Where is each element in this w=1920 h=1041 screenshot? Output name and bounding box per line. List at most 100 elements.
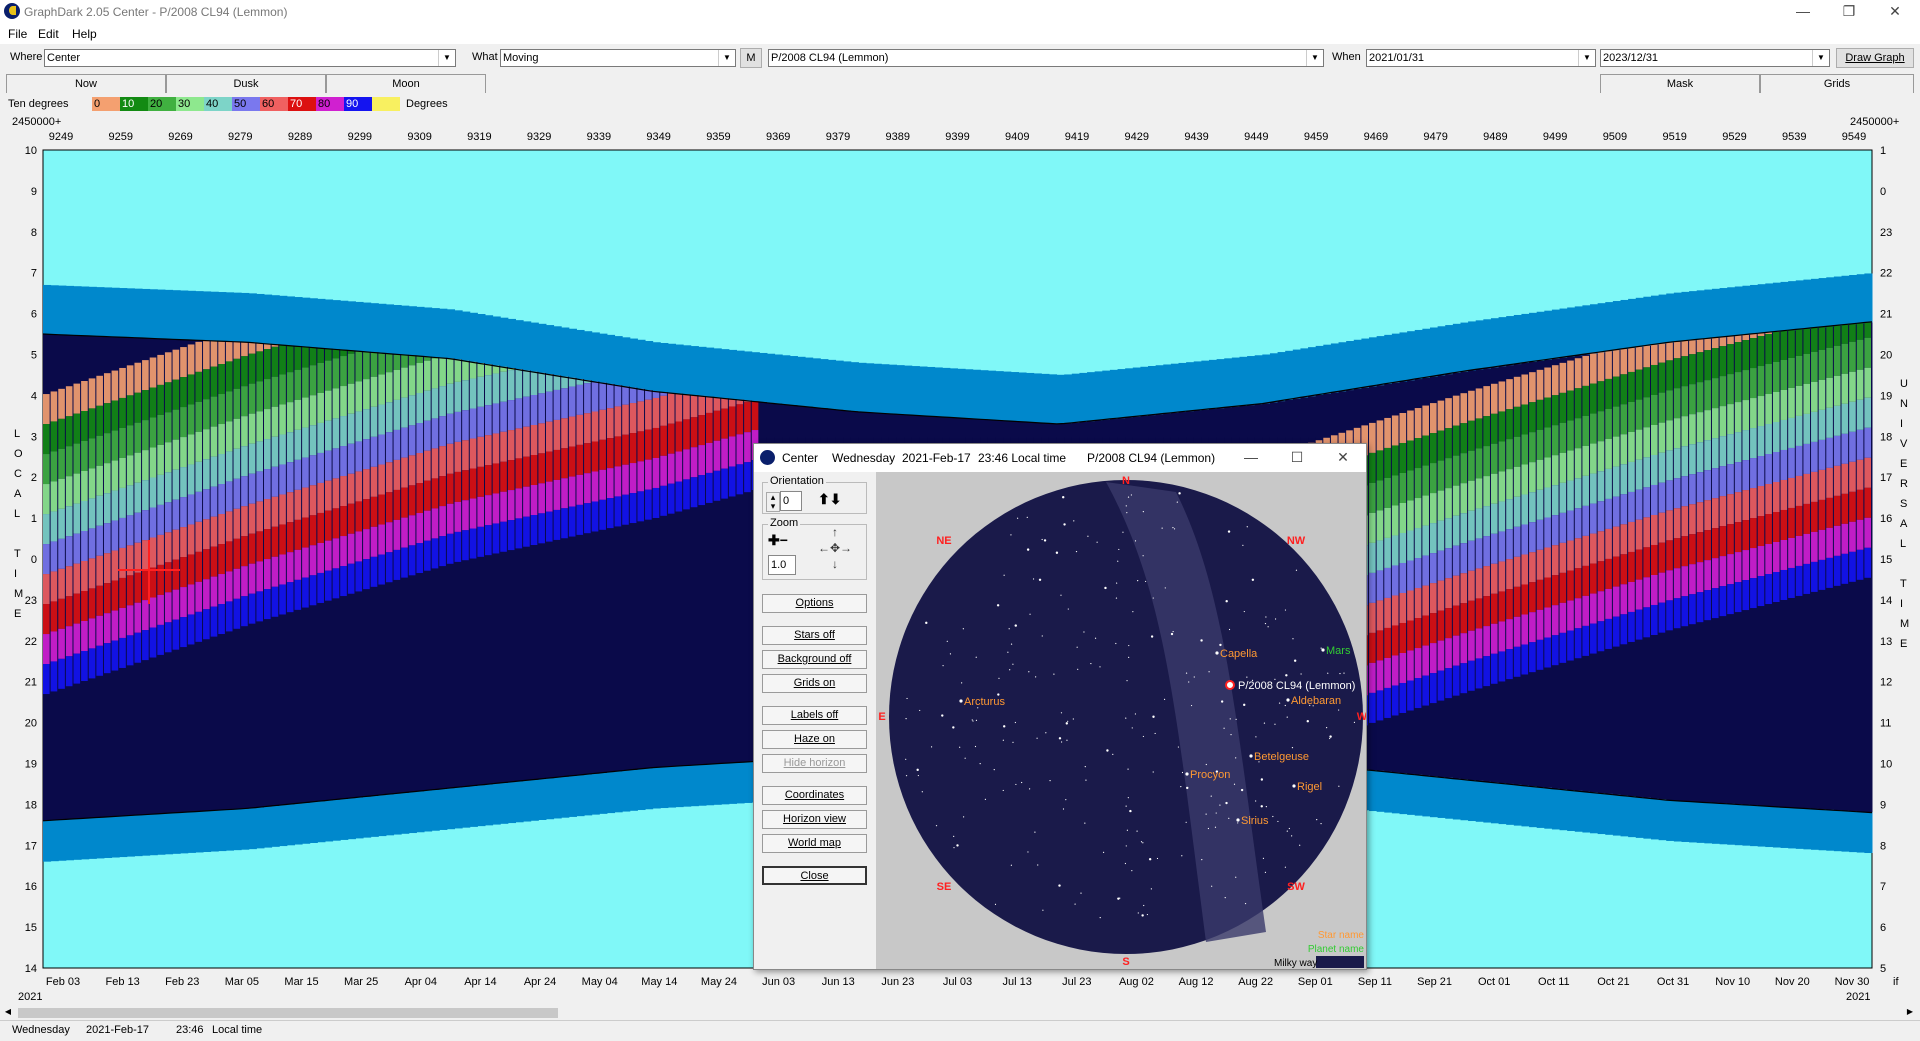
altitude-stripe bbox=[1384, 418, 1391, 448]
close-button[interactable]: Close bbox=[762, 866, 867, 885]
altitude-stripe bbox=[1674, 342, 1681, 359]
dialog-maximize-button[interactable]: ☐ bbox=[1274, 446, 1320, 470]
altitude-stripe bbox=[554, 420, 561, 450]
altitude-stripe bbox=[279, 404, 286, 434]
altitude-stripe bbox=[1468, 481, 1475, 511]
altitude-stripe bbox=[1819, 530, 1826, 560]
scroll-right-icon[interactable]: ▶ bbox=[1904, 1007, 1916, 1019]
menu-edit[interactable]: Edit bbox=[38, 27, 59, 41]
altitude-stripe bbox=[58, 629, 65, 659]
altitude-stripe bbox=[302, 488, 309, 518]
pan-arrows-icon[interactable]: ↑←✥→↓ bbox=[810, 524, 860, 580]
end-date-select[interactable]: 2023/12/31 ▼ bbox=[1600, 49, 1830, 67]
options-button[interactable]: Options bbox=[762, 594, 867, 613]
altitude-stripe bbox=[310, 575, 317, 605]
star-dot bbox=[1321, 648, 1322, 649]
star-dot bbox=[1045, 732, 1046, 733]
star-dot bbox=[1126, 845, 1127, 846]
altitude-stripe bbox=[180, 347, 187, 377]
target-marker-icon bbox=[1226, 681, 1234, 689]
altitude-stripe bbox=[1605, 439, 1612, 469]
star-dot bbox=[1275, 618, 1276, 619]
altitude-stripe bbox=[1582, 626, 1589, 656]
stars-off-button[interactable]: Stars off bbox=[762, 626, 867, 645]
dialog-close-button[interactable]: ✕ bbox=[1320, 446, 1366, 470]
altitude-stripe bbox=[325, 451, 332, 481]
menu-help[interactable]: Help bbox=[72, 27, 97, 41]
altitude-stripe bbox=[43, 424, 50, 454]
start-date-select[interactable]: 2021/01/31 ▼ bbox=[1366, 49, 1596, 67]
scroll-thumb[interactable] bbox=[18, 1008, 558, 1018]
left-tick-label: 1 bbox=[31, 513, 37, 525]
minimize-button[interactable]: — bbox=[1780, 0, 1826, 24]
altitude-stripe bbox=[1697, 532, 1704, 562]
twilight-band bbox=[1026, 373, 1034, 422]
labels-off-button[interactable]: Labels off bbox=[762, 706, 867, 725]
orientation-input[interactable]: 0 bbox=[780, 491, 802, 511]
object-select[interactable]: P/2008 CL94 (Lemmon) ▼ bbox=[768, 49, 1324, 67]
bottom-tick-label: Mar 05 bbox=[225, 976, 259, 988]
altitude-stripe bbox=[470, 409, 477, 439]
twilight-band bbox=[58, 820, 66, 861]
altitude-stripe bbox=[538, 373, 545, 393]
grids-on-button[interactable]: Grids on bbox=[762, 674, 867, 693]
maximize-button[interactable]: ❐ bbox=[1826, 0, 1872, 24]
altitude-stripe bbox=[1491, 414, 1498, 444]
horizontal-scrollbar[interactable]: ◀ ▶ bbox=[0, 1006, 1920, 1020]
bottom-tick-label: Nov 20 bbox=[1775, 976, 1810, 988]
orientation-arrows-icon[interactable]: ⬆⬇ bbox=[818, 491, 852, 511]
dialog-minimize-button[interactable]: — bbox=[1228, 446, 1274, 470]
altitude-stripe bbox=[1377, 510, 1384, 540]
hide-horizon-button[interactable]: Hide horizon bbox=[762, 754, 867, 773]
orientation-spinner-icon[interactable]: ▴▾ bbox=[766, 492, 780, 512]
twilight-band bbox=[1842, 811, 1850, 852]
m-button[interactable]: M bbox=[740, 48, 762, 68]
tab-grids[interactable]: Grids bbox=[1760, 74, 1914, 93]
altitude-stripe bbox=[447, 358, 454, 383]
twilight-band bbox=[607, 335, 615, 384]
coordinates-button[interactable]: Coordinates bbox=[762, 786, 867, 805]
altitude-stripe bbox=[142, 510, 149, 540]
tab-mask[interactable]: Mask bbox=[1600, 74, 1760, 93]
altitude-stripe bbox=[394, 370, 401, 400]
altitude-stripe bbox=[51, 541, 58, 571]
draw-graph-button[interactable]: Draw Graph bbox=[1836, 48, 1914, 68]
twilight-band bbox=[538, 779, 546, 820]
tab-moon[interactable]: Moon bbox=[326, 74, 486, 93]
twilight-band bbox=[1758, 284, 1766, 333]
where-select[interactable]: Center ▼ bbox=[44, 49, 456, 67]
tab-dusk[interactable]: Dusk bbox=[166, 74, 326, 93]
twilight-band bbox=[805, 358, 813, 407]
world-map-button[interactable]: World map bbox=[762, 834, 867, 853]
zoom-in-out-icon[interactable]: ✚− bbox=[768, 532, 798, 550]
altitude-stripe bbox=[1506, 409, 1513, 439]
horizon-view-button[interactable]: Horizon view bbox=[762, 810, 867, 829]
haze-on-button[interactable]: Haze on bbox=[762, 730, 867, 749]
star-dot bbox=[1132, 727, 1133, 728]
altitude-stripe bbox=[1643, 487, 1650, 517]
altitude-stripe bbox=[691, 395, 698, 417]
altitude-stripe bbox=[104, 583, 111, 613]
tab-now[interactable]: Now bbox=[6, 74, 166, 93]
background-off-button[interactable]: Background off bbox=[762, 650, 867, 669]
twilight-band bbox=[1605, 302, 1613, 351]
altitude-stripe bbox=[1621, 494, 1628, 524]
top-tick-label: 9489 bbox=[1483, 131, 1507, 143]
twilight-band bbox=[1674, 293, 1682, 342]
twilight-band bbox=[1384, 772, 1392, 813]
star-dot bbox=[1060, 595, 1061, 596]
menu-file[interactable]: File bbox=[8, 27, 27, 41]
what-select[interactable]: Moving ▼ bbox=[500, 49, 736, 67]
altitude-stripe bbox=[188, 584, 195, 614]
sky-map[interactable]: NNENWEWSESWSCapellaAldebaranArcturusBete… bbox=[876, 472, 1366, 969]
altitude-stripe bbox=[1453, 546, 1460, 576]
altitude-stripe bbox=[51, 421, 58, 451]
zoom-input[interactable]: 1.0 bbox=[768, 555, 796, 575]
scroll-left-icon[interactable]: ◀ bbox=[2, 1007, 14, 1019]
altitude-stripe bbox=[394, 400, 401, 430]
star-dot bbox=[1012, 742, 1013, 743]
twilight-band bbox=[294, 804, 302, 845]
altitude-stripe bbox=[1460, 603, 1467, 633]
twilight-band bbox=[1499, 317, 1507, 366]
close-window-button[interactable]: ✕ bbox=[1872, 0, 1918, 24]
